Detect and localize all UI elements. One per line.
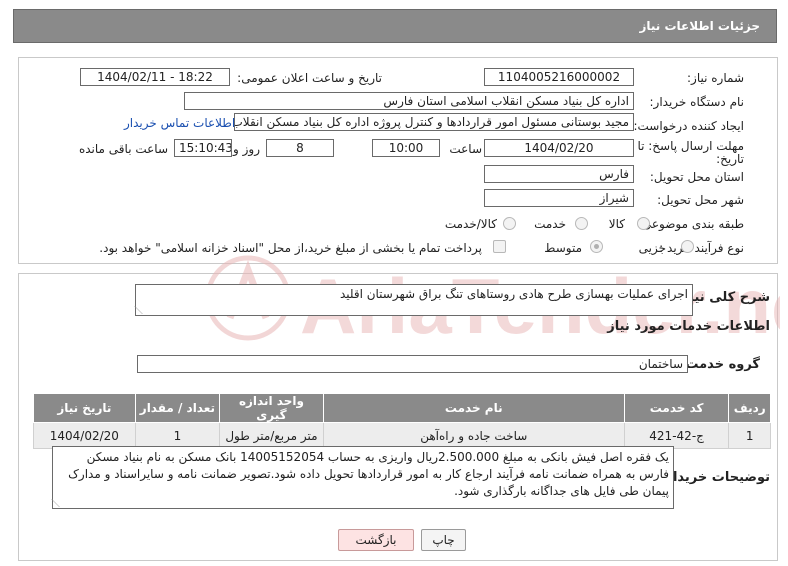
page-title: جزئیات اطلاعات نیاز xyxy=(639,19,760,33)
category-option-goods-service: کالا/خدمت xyxy=(444,217,497,231)
print-button[interactable]: چاپ xyxy=(421,529,466,551)
remaining-time-field: 15:10:43 xyxy=(174,139,232,157)
buyer-notes-text: یک فقره اصل فیش بانکی به مبلغ 2.500.000ر… xyxy=(68,450,669,498)
col-qty: تعداد / مقدار xyxy=(134,393,221,423)
need-number-field: 1104005216000002 xyxy=(484,68,634,86)
category-option-goods: کالا xyxy=(608,217,625,231)
col-row: ردیف xyxy=(728,393,771,423)
col-date: تاریخ نیاز xyxy=(33,393,136,423)
description-text: اجرای عملیات بهسازی طرح هادی روستاهای تن… xyxy=(339,287,688,301)
contact-buyer-link[interactable]: اطلاعات تماس خریدار xyxy=(124,116,235,130)
cell-row: 1 xyxy=(728,422,771,449)
announce-field: 1404/02/11 - 18:22 xyxy=(80,68,230,86)
category-radio-service[interactable] xyxy=(575,217,588,230)
creator-label: ایجاد کننده درخواست: xyxy=(633,119,744,133)
deadline-time-field: 10:00 xyxy=(372,139,440,157)
category-radio-goods-service[interactable] xyxy=(503,217,516,230)
deadline-date-field: 1404/02/20 xyxy=(484,139,634,157)
cell-code: ج-42-421 xyxy=(623,422,730,449)
announce-label: تاریخ و ساعت اعلان عمومی: xyxy=(237,71,382,85)
category-radio-goods[interactable] xyxy=(637,217,650,230)
process-label: نوع فرآیند خرید : xyxy=(659,241,744,255)
deadline-date-label: تاریخ: xyxy=(716,152,744,166)
col-unit: واحد اندازه گیری xyxy=(219,393,324,423)
process-radio-medium[interactable] xyxy=(590,240,603,253)
service-group-label: گروه خدمت: xyxy=(680,357,760,372)
time-label: ساعت xyxy=(449,142,482,156)
process-radio-partial[interactable] xyxy=(681,240,694,253)
buyer-notes-textarea: یک فقره اصل فیش بانکی به مبلغ 2.500.000ر… xyxy=(51,446,674,509)
need-info-panel xyxy=(18,57,778,264)
cell-name: ساخت جاده و راه‌آهن xyxy=(322,422,625,449)
col-name: نام خدمت xyxy=(322,393,625,423)
header-bar: جزئیات اطلاعات نیاز xyxy=(13,9,777,43)
province-label: استان محل تحویل: xyxy=(649,170,744,184)
province-field: فارس xyxy=(484,165,634,183)
cell-unit: متر مربع/متر طول xyxy=(219,422,324,449)
buyer-notes-label: توضیحات خریدار: xyxy=(660,470,770,485)
city-label: شهر محل تحویل: xyxy=(657,193,744,207)
days-label: روز و xyxy=(233,142,260,156)
creator-field: مجید بوستانی مسئول امور قراردادها و کنتر… xyxy=(234,113,634,131)
services-table: ردیف کد خدمت نام خدمت واحد اندازه گیری ت… xyxy=(33,393,771,449)
services-table-header: ردیف کد خدمت نام خدمت واحد اندازه گیری ت… xyxy=(33,393,771,423)
city-field: شیراز xyxy=(484,189,634,207)
days-field: 8 xyxy=(266,139,334,157)
description-textarea: اجرای عملیات بهسازی طرح هادی روستاهای تن… xyxy=(134,284,693,316)
cell-date: 1404/02/20 xyxy=(33,422,136,449)
cell-qty: 1 xyxy=(134,422,221,449)
category-label: طبقه بندی موضوعی: xyxy=(637,217,744,231)
buyer-org-label: نام دستگاه خریدار: xyxy=(649,95,745,109)
col-code: کد خدمت xyxy=(623,393,730,423)
treasury-checkbox[interactable] xyxy=(493,240,506,253)
deadline-label: مهلت ارسال پاسخ: تا xyxy=(637,139,744,153)
process-option-partial: جزیی xyxy=(638,241,666,255)
services-section-title: اطلاعات خدمات مورد نیاز xyxy=(607,319,770,334)
need-number-label: شماره نیاز: xyxy=(687,71,744,85)
service-group-field: ساختمان xyxy=(137,355,688,373)
buyer-org-field: اداره کل بنیاد مسکن انقلاب اسلامی استان … xyxy=(184,92,634,110)
back-button[interactable]: بازگشت xyxy=(338,529,414,551)
remaining-label: ساعت باقی مانده xyxy=(78,142,168,156)
category-option-service: خدمت xyxy=(534,217,566,231)
resize-handle-icon[interactable] xyxy=(134,306,150,314)
process-option-medium: متوسط xyxy=(544,241,582,255)
table-row: 1 ج-42-421 ساخت جاده و راه‌آهن متر مربع/… xyxy=(33,422,771,449)
payment-note: پرداخت تمام یا بخشی از مبلغ خرید،از محل … xyxy=(99,241,482,255)
resize-handle-icon[interactable] xyxy=(51,499,67,507)
